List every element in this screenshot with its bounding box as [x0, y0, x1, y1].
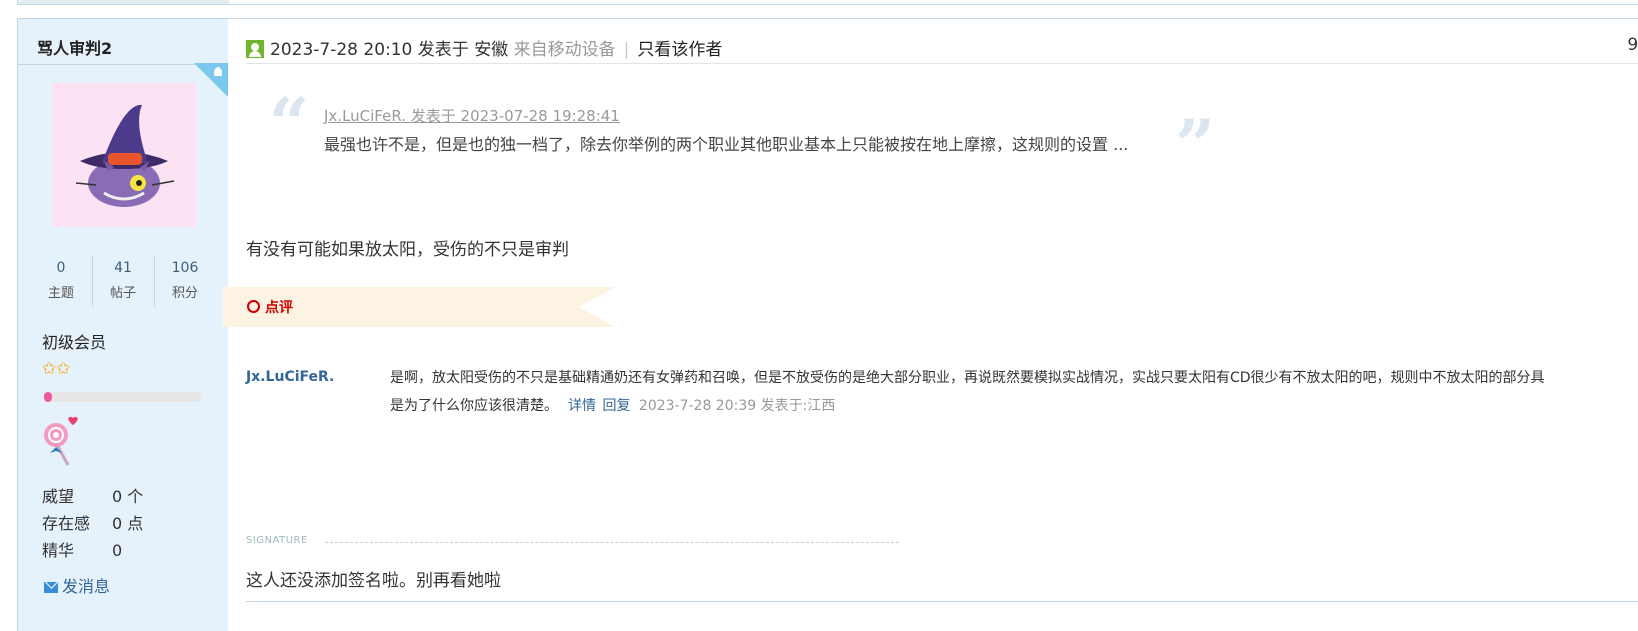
android-icon [211, 66, 225, 80]
signature-label: SIGNATURE [246, 535, 308, 546]
info-key: 威望 [42, 487, 75, 506]
stat-threads[interactable]: 0 主题 [30, 255, 93, 307]
floor-number[interactable]: 94 [1627, 35, 1638, 55]
stat-value: 106 [171, 260, 199, 276]
user-stats: 0 主题 41 帖子 106 积分 [30, 255, 216, 307]
posted-at-label: 发表于 [417, 40, 469, 60]
info-value: 0 [112, 541, 123, 560]
top-strip [0, 0, 1638, 18]
quote-meta-link[interactable]: Jx.LuCiFeR. 发表于 2023-07-28 19:28:41 [324, 105, 620, 126]
info-presence: 存在感 0 点 [42, 510, 143, 534]
stat-label: 主题 [47, 286, 74, 301]
comment-author[interactable]: Jx.LuCiFeR. [246, 369, 334, 385]
quote-open-icon: “ [269, 82, 310, 165]
comment-meta: 2023-7-28 20:39 发表于:江西 [638, 398, 836, 414]
info-value: 0 个 [112, 487, 144, 506]
post-datetime: 2023-7-28 20:10 [270, 40, 413, 60]
post-body: 有没有可能如果放太阳，受伤的不只是审判 [246, 240, 569, 260]
level-progress-bar [44, 392, 202, 402]
mail-icon [44, 582, 58, 593]
signature-text: 这人还没添加签名啦。别再看她啦 [246, 571, 501, 591]
lollipop-medal-icon[interactable] [42, 413, 82, 467]
only-author-link[interactable]: 只看该作者 [637, 40, 722, 60]
member-group[interactable]: 初级会员 [42, 329, 106, 353]
pipe-separator: | [623, 40, 630, 60]
post-header: 2023-7-28 20:10 发表于 安徽 来自移动设备 | 只看该作者 [246, 35, 1638, 65]
author-icon [246, 40, 264, 58]
info-value: 0 点 [112, 514, 144, 533]
send-message-label: 发消息 [62, 577, 111, 596]
comment-text-line1: 是啊，放太阳受伤的不只是基础精通奶还有女弹药和召唤，但是不放受伤的是绝大部分职业… [390, 370, 1545, 386]
quote-text: 最强也许不是，但是也的独一档了，除去你举例的两个职业其他职业基本上只能被按在地上… [324, 135, 1129, 154]
signature-divider [325, 542, 899, 543]
info-key: 精华 [42, 541, 75, 560]
post-location: 安徽 [474, 40, 509, 60]
user-panel: 骂人审判2 0 主题 41 帖子 106 积分 初级会员 ✩✩ 威望 0 个 存… [18, 19, 228, 631]
post-content: 2023-7-28 20:10 发表于 安徽 来自移动设备 | 只看该作者 94 “… [223, 19, 1638, 631]
post-container: 骂人审判2 0 主题 41 帖子 106 积分 初级会员 ✩✩ 威望 0 个 存… [17, 18, 1638, 631]
stat-points[interactable]: 106 积分 [154, 255, 216, 307]
info-prestige: 威望 0 个 [42, 483, 143, 507]
send-message-link[interactable]: 发消息 [44, 573, 110, 597]
info-digest: 精华 0 [42, 537, 122, 561]
stat-label: 帖子 [109, 286, 136, 301]
circle-icon [247, 300, 260, 313]
divider [246, 63, 1638, 64]
level-progress-fill [44, 392, 52, 402]
stat-value: 0 [56, 260, 66, 276]
comment-section-title: 点评 [247, 297, 293, 317]
device-source[interactable]: 来自移动设备 [514, 40, 616, 60]
comment-section-label: 点评 [265, 300, 293, 316]
comment-text-tail: 是为了什么你应该很清楚。 [390, 398, 558, 414]
comment-text-line2: 是为了什么你应该很清楚。 详情 回复 2023-7-28 20:39 发表于:江西 [390, 395, 835, 415]
comment-detail-link[interactable]: 详情 [568, 398, 596, 414]
quote-close-icon: ” [1175, 104, 1216, 187]
star-rating: ✩✩ [42, 359, 71, 379]
divider [246, 601, 1638, 602]
stat-posts[interactable]: 41 帖子 [92, 255, 155, 307]
comment-reply-link[interactable]: 回复 [602, 398, 630, 414]
divider [17, 4, 1638, 5]
username[interactable]: 骂人审判2 [37, 35, 112, 59]
info-key: 存在感 [42, 514, 91, 533]
stat-label: 积分 [171, 286, 198, 301]
stat-value: 41 [114, 260, 132, 276]
avatar[interactable] [52, 83, 196, 227]
